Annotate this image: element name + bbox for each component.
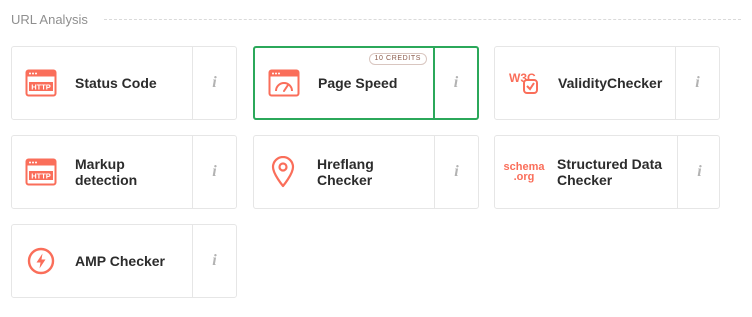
http-icon-text: HTTP	[31, 172, 51, 181]
card-main[interactable]: Hreflang Checker	[254, 136, 434, 208]
http-icon: HTTP	[24, 66, 58, 100]
card-label: Hreflang Checker	[317, 156, 374, 188]
amp-lightning-icon	[24, 244, 58, 278]
card-hreflang-checker[interactable]: Hreflang Checker i	[253, 135, 479, 209]
section-header: URL Analysis	[11, 9, 741, 29]
info-button[interactable]: i	[434, 136, 478, 208]
w3c-icon: W3C	[507, 66, 541, 100]
card-label: Markup detection	[75, 156, 138, 188]
schema-org-icon: schema .org	[503, 155, 545, 189]
card-main[interactable]: 10 CREDITS Page Speed	[255, 48, 433, 118]
card-markup-detection[interactable]: HTTP Markup detection i	[11, 135, 237, 209]
info-button[interactable]: i	[192, 136, 236, 208]
http-icon: HTTP	[24, 155, 58, 189]
schema-logo-suffix: .org	[513, 171, 535, 183]
card-label: Page Speed	[318, 75, 398, 91]
card-label: AMP Checker	[75, 253, 166, 269]
card-amp-checker[interactable]: AMP Checker i	[11, 224, 237, 298]
info-button[interactable]: i	[433, 48, 477, 118]
credits-badge: 10 CREDITS	[368, 53, 427, 65]
info-button[interactable]: i	[675, 47, 719, 119]
card-label: Structured Data Checker	[557, 156, 663, 188]
section-divider	[103, 18, 741, 20]
info-button[interactable]: i	[192, 225, 236, 297]
card-main[interactable]: AMP Checker	[12, 225, 192, 297]
http-icon-text: HTTP	[31, 83, 51, 92]
card-label: Status Code	[75, 75, 157, 91]
card-label: ValidityChecker	[558, 75, 663, 91]
card-validity-checker[interactable]: W3C ValidityChecker i	[494, 46, 720, 120]
info-button[interactable]: i	[192, 47, 236, 119]
card-main[interactable]: W3C ValidityChecker	[495, 47, 675, 119]
location-pin-icon	[266, 155, 300, 189]
info-button[interactable]: i	[677, 136, 721, 208]
section-title: URL Analysis	[11, 11, 88, 27]
card-main[interactable]: HTTP Status Code	[12, 47, 192, 119]
card-main[interactable]: HTTP Markup detection	[12, 136, 192, 208]
card-main[interactable]: schema .org Structured Data Checker	[495, 136, 677, 208]
card-page-speed[interactable]: 10 CREDITS Page Speed i	[253, 46, 479, 120]
card-status-code[interactable]: HTTP Status Code i	[11, 46, 237, 120]
speedometer-icon	[267, 66, 301, 100]
card-structured-data-checker[interactable]: schema .org Structured Data Checker i	[494, 135, 720, 209]
